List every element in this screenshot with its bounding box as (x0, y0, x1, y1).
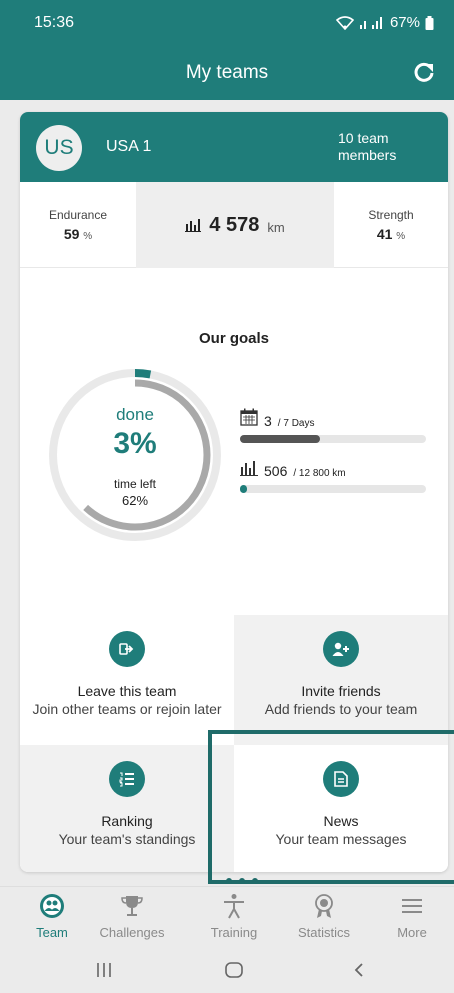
status-time: 15:36 (34, 14, 75, 31)
strength-value: 41 (376, 226, 393, 242)
ranking-list-icon (109, 761, 145, 797)
nav-challenges[interactable]: Challenges (87, 893, 177, 940)
stat-endurance: Endurance 59 % (20, 182, 136, 268)
days-value: 3 (264, 413, 272, 429)
distance-unit: km (267, 219, 285, 235)
home-icon[interactable] (224, 960, 244, 980)
days-total: / 7 Days (277, 418, 315, 429)
team-name: USA 1 (106, 138, 152, 155)
medal-icon (315, 894, 333, 918)
endurance-unit: % (83, 231, 93, 242)
distance-value: 4 578 (209, 213, 260, 236)
invite-friends-button[interactable]: Invite friends Add friends to your team (234, 615, 448, 745)
status-bar: 15:36 67% (0, 0, 454, 46)
goals-ring-labels: done 3% time left 62% (45, 365, 225, 545)
recent-apps-icon[interactable] (96, 960, 112, 980)
page-indicator (226, 878, 258, 884)
nav-challenges-label: Challenges (99, 925, 165, 940)
team-header[interactable]: US USA 1 10 team members (20, 112, 448, 182)
nav-more[interactable]: More (367, 893, 454, 940)
strength-label: Strength (368, 208, 414, 222)
nav-team[interactable]: Team (7, 893, 97, 940)
nav-statistics[interactable]: Statistics (279, 893, 369, 940)
invite-friends-title: Invite friends (301, 683, 381, 699)
bottom-nav: Team Challenges Training Statistics More (0, 886, 454, 950)
page-dot (252, 878, 258, 884)
nav-statistics-label: Statistics (297, 925, 350, 940)
leave-team-button[interactable]: Leave this team Join other teams or rejo… (20, 615, 234, 745)
ranking-button[interactable]: Ranking Your team's standings (20, 745, 234, 872)
time-left-label: time left (113, 477, 156, 491)
app-bar: My teams (0, 46, 454, 100)
ranking-subtitle: Your team's standings (58, 831, 196, 847)
bar-chart-icon (185, 219, 202, 232)
goal-km-row: 506 / 12 800 km (240, 460, 426, 493)
km-value: 506 (264, 463, 288, 479)
system-nav-bar (0, 950, 454, 993)
team-avatar: US (36, 125, 82, 171)
page-title: My teams (185, 62, 269, 83)
refresh-icon[interactable] (410, 58, 438, 86)
page-dot (239, 878, 245, 884)
person-icon (224, 894, 244, 919)
status-icons: 67% (335, 14, 434, 31)
calendar-icon (240, 408, 258, 426)
trophy-icon (121, 896, 143, 916)
news-highlight-frame (208, 730, 454, 884)
nav-team-label: Team (36, 925, 68, 940)
leave-team-subtitle: Join other teams or rejoin later (32, 701, 222, 717)
goals-title: Our goals (198, 330, 269, 347)
team-members-count: 10 team members (338, 130, 397, 163)
time-left-percent: 62% (121, 493, 149, 508)
km-progress-bar (240, 485, 426, 493)
ranking-title: Ranking (101, 813, 153, 829)
invite-friends-subtitle: Add friends to your team (264, 701, 418, 717)
menu-icon (402, 899, 422, 913)
back-icon[interactable] (352, 960, 366, 980)
leave-icon (109, 631, 145, 667)
endurance-label: Endurance (48, 208, 108, 222)
done-label: done (116, 405, 154, 424)
goal-days-row: 3 / 7 Days (240, 408, 426, 443)
nav-training[interactable]: Training (189, 893, 279, 940)
signal-icon (359, 16, 382, 29)
battery-percent: 67% (389, 14, 420, 31)
km-progress-fill (240, 485, 248, 493)
done-percent: 3% (113, 427, 157, 460)
km-total: / 12 800 km (293, 468, 346, 479)
add-user-icon (323, 631, 359, 667)
nav-training-label: Training (210, 925, 258, 940)
days-progress-bar (240, 435, 426, 443)
bar-chart-icon (240, 461, 258, 476)
strength-unit: % (396, 231, 406, 242)
team-icon (40, 894, 64, 918)
days-progress-fill (240, 435, 320, 443)
nav-more-label: More (397, 925, 427, 940)
wifi-icon (335, 15, 354, 30)
stat-strength: Strength 41 % (334, 182, 448, 268)
endurance-value: 59 (63, 226, 80, 242)
team-stats: Endurance 59 % 4 578 km Strength 41 % (20, 182, 448, 268)
stat-distance: 4 578 km (136, 182, 334, 268)
page-dot (226, 878, 232, 884)
battery-icon (425, 15, 434, 30)
leave-team-title: Leave this team (77, 683, 177, 699)
